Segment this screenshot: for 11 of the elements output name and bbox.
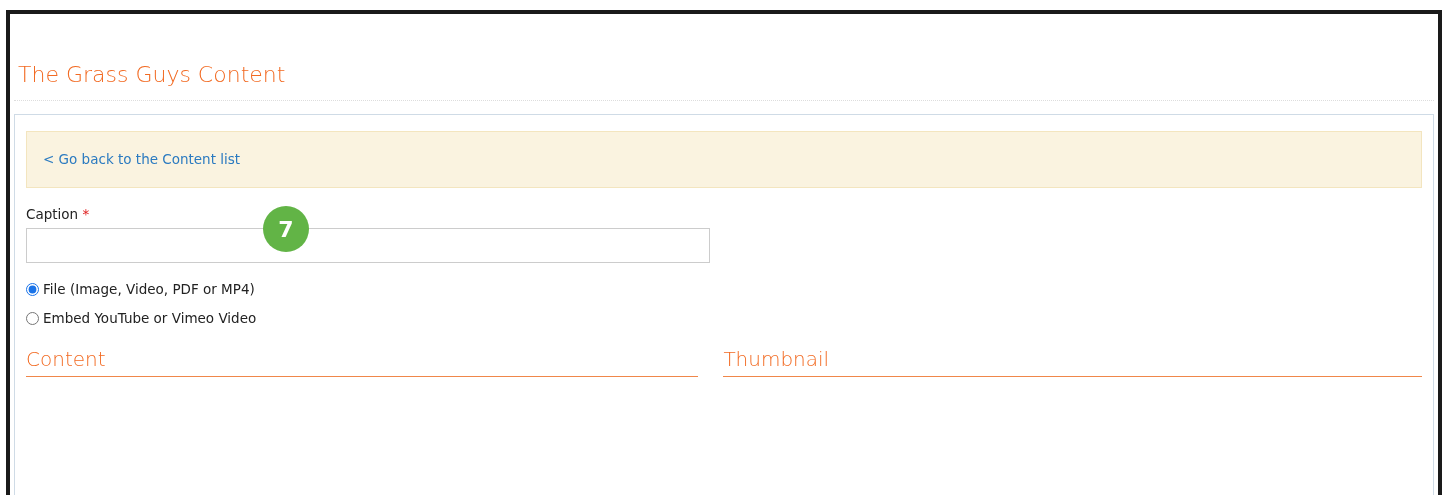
- section-heading: Content: [26, 344, 699, 378]
- required-mark: *: [82, 205, 90, 222]
- radio-button[interactable]: [26, 311, 39, 325]
- step-badge: 7: [263, 206, 309, 252]
- back-link[interactable]: < Go back to the Content list: [43, 151, 241, 168]
- page-title: The Grass Guys Content: [17, 61, 287, 89]
- radio-button[interactable]: [26, 282, 39, 296]
- radio-label: Embed YouTube or Vimeo Video: [43, 309, 257, 329]
- field-label: Caption: [26, 205, 79, 222]
- section-heading: Thumbnail: [723, 344, 1422, 378]
- radio-label: File (Image, Video, PDF or MP4): [43, 279, 255, 299]
